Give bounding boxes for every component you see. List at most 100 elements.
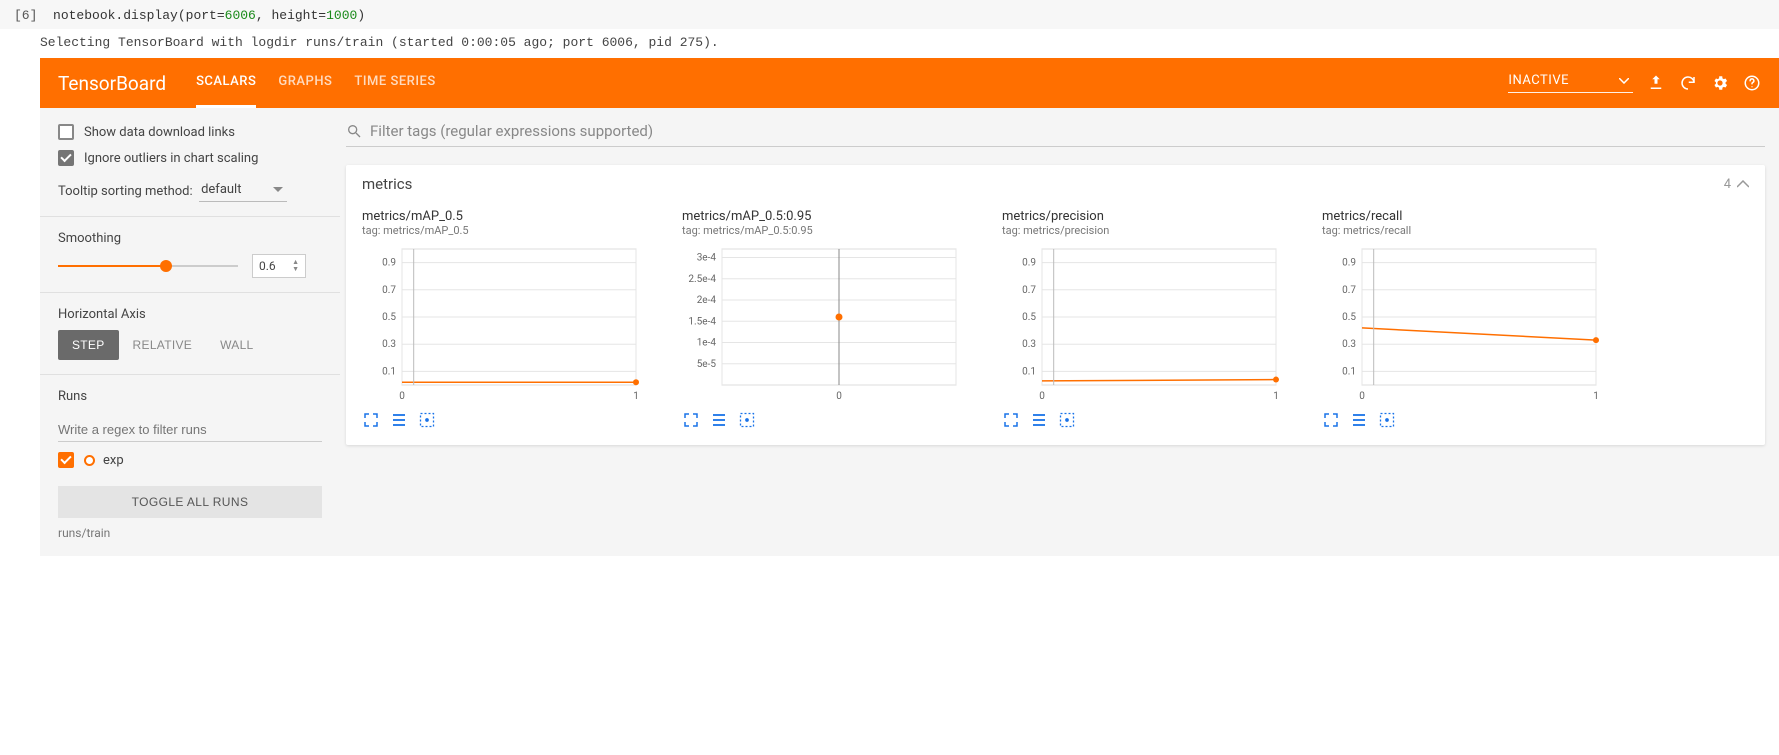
plugin-dropdown[interactable]: INACTIVE [1508,73,1633,93]
tooltip-sort-label: Tooltip sorting method: [58,184,193,199]
run-name: exp [103,453,124,468]
svg-text:0.9: 0.9 [1342,258,1356,269]
tooltip-sort-select[interactable]: default [199,180,287,202]
svg-text:0.1: 0.1 [1022,366,1036,377]
refresh-icon[interactable] [1679,74,1697,92]
list-icon[interactable] [390,411,408,429]
svg-text:3e-4: 3e-4 [697,253,717,264]
chart-tag: tag: metrics/recall [1322,224,1602,237]
fit-icon[interactable] [1378,411,1396,429]
svg-text:0: 0 [1039,391,1045,402]
svg-text:0.3: 0.3 [1342,339,1356,350]
haxis-step-button[interactable]: STEP [58,330,119,360]
smoothing-label: Smoothing [58,231,322,246]
list-icon[interactable] [1350,411,1368,429]
run-color-swatch [84,455,95,466]
svg-text:0.5: 0.5 [1022,312,1036,323]
svg-text:0.5: 0.5 [1342,312,1356,323]
svg-text:0.1: 0.1 [1342,366,1356,377]
nav-tabs: SCALARS GRAPHS TIME SERIES [196,58,436,108]
logdir-label: runs/train [58,526,322,540]
smoothing-input[interactable]: 0.6 ▲▼ [252,254,306,278]
expand-icon[interactable] [362,411,380,429]
svg-text:0.7: 0.7 [1022,285,1036,296]
chart-title: metrics/mAP_0.5 [362,209,642,224]
search-icon [346,123,362,139]
svg-text:0.9: 0.9 [1022,258,1036,269]
checkbox-show-download[interactable] [58,124,74,140]
tb-header: TensorBoard SCALARS GRAPHS TIME SERIES I… [40,58,1779,108]
chart-plot[interactable]: 5e-5 1e-4 1.5e-4 2e-4 2.5e-4 3e-4 0 [682,243,962,403]
list-icon[interactable] [710,411,728,429]
chart-title: metrics/mAP_0.5:0.95 [682,209,962,224]
chart-block: metrics/mAP_0.5:0.95 tag: metrics/mAP_0.… [682,209,962,429]
main-panel: Filter tags (regular expressions support… [340,108,1779,556]
chart-tag: tag: metrics/precision [1002,224,1282,237]
help-icon[interactable] [1743,74,1761,92]
chevron-down-icon [273,187,283,193]
expand-icon[interactable] [1002,411,1020,429]
svg-text:2.5e-4: 2.5e-4 [688,274,716,285]
chart-tag: tag: metrics/mAP_0.5 [362,224,642,237]
notebook-code-cell: [6] notebook.display(port=6006, height=1… [0,0,1779,29]
run-checkbox-exp[interactable] [58,452,74,468]
card-header[interactable]: metrics 4 [346,165,1765,203]
tab-graphs[interactable]: GRAPHS [278,58,332,108]
section-title: metrics [362,175,412,193]
expand-icon[interactable] [682,411,700,429]
haxis-label: Horizontal Axis [58,307,322,322]
fit-icon[interactable] [418,411,436,429]
svg-text:1: 1 [1273,391,1279,402]
svg-text:0.5: 0.5 [382,312,396,323]
svg-text:0: 0 [836,391,842,402]
expand-icon[interactable] [1322,411,1340,429]
chart-title: metrics/precision [1002,209,1282,224]
status-label: INACTIVE [1508,73,1569,88]
svg-text:0.9: 0.9 [382,258,396,269]
runs-label: Runs [58,389,322,404]
chevron-up-icon [1737,180,1749,188]
notebook-output: Selecting TensorBoard with logdir runs/t… [0,29,1779,58]
haxis-wall-button[interactable]: WALL [206,330,267,360]
section-count: 4 [1724,177,1731,192]
haxis-relative-button[interactable]: RELATIVE [119,330,207,360]
svg-text:0.7: 0.7 [382,285,396,296]
checkbox-ignore-outliers[interactable] [58,150,74,166]
cell-index: [6] [14,8,37,23]
tensorboard-frame: TensorBoard SCALARS GRAPHS TIME SERIES I… [40,58,1779,556]
svg-text:0.3: 0.3 [1022,339,1036,350]
svg-text:2e-4: 2e-4 [697,295,717,306]
list-icon[interactable] [1030,411,1048,429]
tag-filter-placeholder: Filter tags (regular expressions support… [370,122,653,140]
chart-plot[interactable]: 0.10.30.50.70.9 01 [1322,243,1602,403]
svg-text:1e-4: 1e-4 [697,338,717,349]
chart-plot[interactable]: 0.1 0.3 0.5 0.7 0.9 0 1 [1002,243,1282,403]
fit-icon[interactable] [738,411,756,429]
chart-plot[interactable]: 0.10.30.50.70.9 01 [362,243,642,403]
runs-filter-input[interactable] [58,418,322,442]
svg-text:0: 0 [399,391,405,402]
chevron-down-icon [1619,78,1629,84]
svg-text:0: 0 [1359,391,1365,402]
fit-icon[interactable] [1058,411,1076,429]
svg-text:1.5e-4: 1.5e-4 [688,316,716,327]
svg-text:0.3: 0.3 [382,339,396,350]
smoothing-slider[interactable] [58,256,238,276]
chart-block: metrics/mAP_0.5 tag: metrics/mAP_0.5 0.1… [362,209,642,429]
svg-text:5e-5: 5e-5 [697,359,717,370]
tab-time-series[interactable]: TIME SERIES [354,58,435,108]
tab-scalars[interactable]: SCALARS [196,58,256,108]
settings-icon[interactable] [1711,74,1729,92]
chart-block: metrics/recall tag: metrics/recall 0.1 0.… [1322,209,1602,429]
chart-tag: tag: metrics/mAP_0.5:0.95 [682,224,962,237]
sidebar: Show data download links Ignore outliers… [40,108,340,556]
app-title: TensorBoard [58,72,166,95]
svg-text:1: 1 [633,391,639,402]
svg-text:1: 1 [1593,391,1599,402]
label-show-download: Show data download links [84,125,235,140]
toggle-all-runs-button[interactable]: TOGGLE ALL RUNS [58,486,322,518]
chart-block: metrics/precision tag: metrics/precision… [1002,209,1282,429]
chart-title: metrics/recall [1322,209,1602,224]
tag-filter[interactable]: Filter tags (regular expressions support… [346,122,1765,147]
upload-icon[interactable] [1647,74,1665,92]
